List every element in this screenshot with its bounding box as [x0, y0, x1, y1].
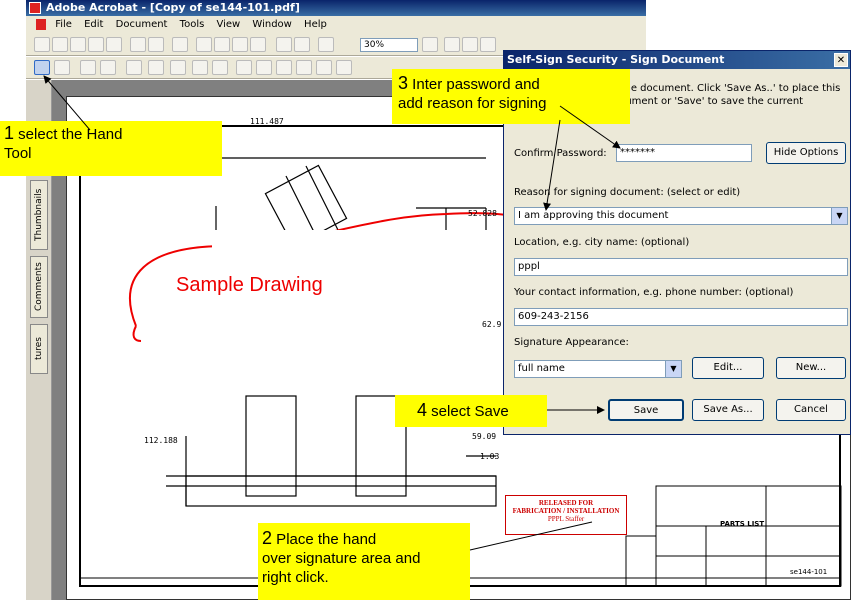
callout-arrows [43, 75, 621, 551]
arrow-to-reason [543, 119, 561, 211]
arrow-to-password [559, 105, 621, 149]
arrow-to-signature [469, 521, 593, 551]
arrow-to-hand-tool [43, 75, 91, 131]
